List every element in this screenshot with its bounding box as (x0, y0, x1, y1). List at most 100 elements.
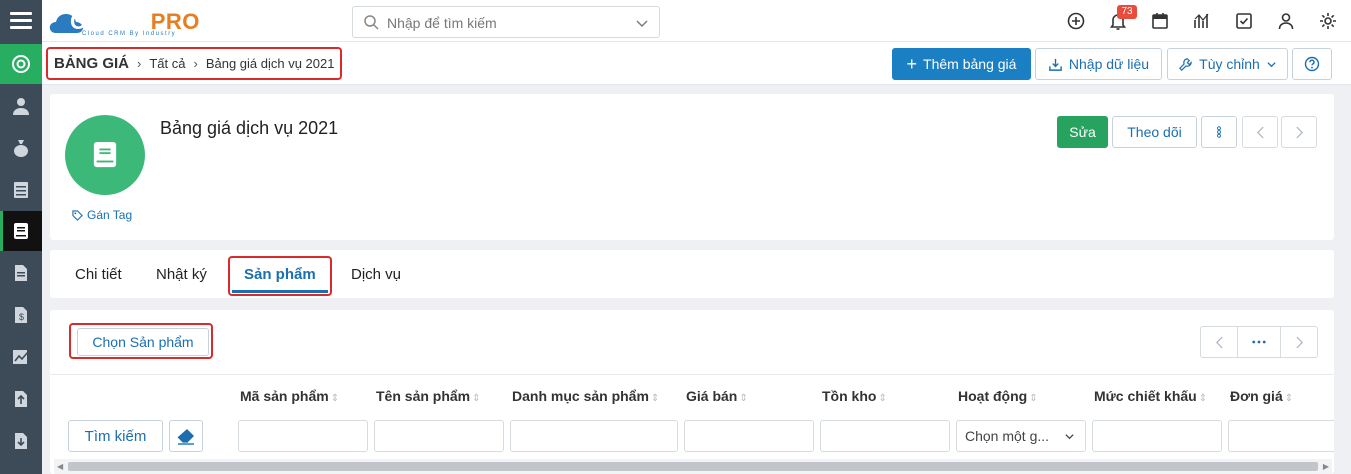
breadcrumb-item-current: Bảng giá dịch vụ 2021 (205, 56, 335, 71)
rail-item-reports[interactable] (0, 170, 42, 210)
chevron-down-icon[interactable] (635, 16, 649, 30)
filter-product-category[interactable] (510, 420, 678, 452)
next-record-button[interactable] (1281, 116, 1317, 148)
rail-item-import[interactable] (0, 421, 42, 461)
breadcrumb-bar: BẢNG GIÁ › Tất cả › Bảng giá dịch vụ 202… (42, 42, 1351, 85)
column-header[interactable]: Danh mục sản phẩm ⇕ (512, 388, 659, 404)
customize-button[interactable]: Tùy chỉnh (1167, 48, 1288, 80)
gear-icon[interactable] (1318, 11, 1338, 31)
rail-item-analytics[interactable] (0, 337, 42, 377)
breadcrumb-item-all[interactable]: Tất cả (149, 56, 185, 71)
column-header[interactable]: Hoạt động ⇕ (958, 388, 1038, 404)
product-table-header: Mã sản phẩm ⇕ Tên sản phẩm ⇕ Danh mục sản … (50, 374, 1334, 414)
analytics-icon[interactable] (1192, 11, 1212, 31)
top-bar: CLOUDPRO Cloud CRM By Industry 73 (42, 0, 1351, 42)
calendar-icon[interactable] (1150, 11, 1170, 31)
filter-row: Tìm kiếm Chọn một g... (50, 414, 1334, 458)
column-header[interactable]: Tên sản phẩm ⇕ (376, 388, 481, 404)
hamburger-line (10, 19, 32, 22)
import-data-button[interactable]: Nhập dữ liệu (1035, 48, 1162, 80)
column-label: Danh mục sản phẩm (512, 388, 649, 404)
scroll-left-icon[interactable]: ◀ (57, 462, 63, 471)
previous-record-button[interactable] (1242, 116, 1278, 148)
search-input[interactable] (387, 12, 627, 34)
help-icon (1304, 56, 1320, 72)
choose-product-button[interactable]: Chọn Sản phẩm (77, 328, 209, 356)
column-label: Tên sản phẩm (376, 388, 471, 404)
import-data-label: Nhập dữ liệu (1068, 56, 1150, 72)
filter-product-name[interactable] (374, 420, 504, 452)
chevron-down-icon (1065, 434, 1074, 440)
products-panel: Chọn Sản phẩm Mã sản phẩm ⇕ Tên sản phẩm ⇕… (50, 310, 1334, 474)
rail-item-quotes[interactable] (0, 253, 42, 293)
sort-icon: ⇕ (739, 393, 748, 404)
assign-tag-link[interactable]: Gán Tag (72, 208, 132, 222)
record-tabs: Chi tiết Nhật ký Sản phẩm Dịch vụ (50, 250, 1334, 298)
tab-services[interactable]: Dịch vụ (351, 250, 401, 298)
filter-active-select[interactable]: Chọn một g... (956, 420, 1086, 452)
rail-item-pricebook[interactable] (0, 211, 42, 251)
chevron-down-icon (1267, 61, 1276, 67)
follow-button[interactable]: Theo dõi (1112, 116, 1197, 148)
pager-more-button[interactable] (1237, 326, 1281, 358)
menu-toggle-button[interactable] (0, 0, 42, 42)
breadcrumb-root[interactable]: BẢNG GIÁ (54, 55, 129, 72)
task-check-icon[interactable] (1234, 11, 1254, 31)
sort-icon: ⇕ (472, 393, 481, 404)
sort-icon: ⇕ (1284, 393, 1294, 404)
chevron-right-icon: › (193, 56, 198, 71)
pager-next-button[interactable] (1280, 326, 1318, 358)
upload-icon (15, 391, 27, 407)
profile-icon[interactable] (1276, 11, 1296, 31)
add-circle-icon[interactable] (1066, 11, 1086, 31)
scroll-right-icon[interactable]: ▶ (1323, 462, 1329, 471)
record-title: Bảng giá dịch vụ 2021 (160, 118, 339, 138)
rail-item-dashboard[interactable] (0, 44, 42, 84)
rail-item-export[interactable] (0, 379, 42, 419)
filter-discount-level[interactable] (1092, 420, 1222, 452)
user-icon (13, 98, 29, 115)
clear-filter-button[interactable] (169, 420, 203, 452)
column-header[interactable]: Mức chiết khấu ⇕ (1094, 388, 1207, 404)
filter-stock[interactable] (820, 420, 950, 452)
search-button[interactable]: Tìm kiếm (68, 420, 163, 452)
filter-unit-price[interactable] (1228, 420, 1334, 452)
search-icon (364, 15, 379, 30)
column-header[interactable]: Mã sản phẩm ⇕ (240, 388, 339, 404)
column-header[interactable]: Đơn giá ⇕ (1230, 388, 1293, 404)
customize-label: Tùy chỉnh (1199, 56, 1260, 72)
column-label: Hoạt động (958, 388, 1028, 404)
plus-icon: + (906, 54, 918, 74)
add-pricebook-button[interactable]: + Thêm bảng giá (892, 48, 1031, 80)
hamburger-icon (10, 12, 32, 15)
app-logo[interactable]: CLOUDPRO Cloud CRM By Industry (48, 5, 208, 39)
wrench-icon (1179, 57, 1192, 71)
rail-item-deals[interactable] (0, 128, 42, 168)
chevron-right-icon: › (137, 56, 142, 71)
column-header[interactable]: Giá bán ⇕ (686, 388, 748, 404)
column-header[interactable]: Tồn kho ⇕ (822, 388, 887, 404)
scrollbar-thumb[interactable] (68, 462, 1318, 471)
assign-tag-label: Gán Tag (87, 208, 133, 222)
more-actions-button[interactable] (1201, 116, 1237, 148)
vertical-dots-icon (1217, 126, 1221, 138)
sort-icon: ⇕ (650, 393, 660, 404)
money-bag-icon (14, 140, 28, 157)
rail-item-invoices[interactable]: $ (0, 295, 42, 335)
filter-product-code[interactable] (238, 420, 368, 452)
horizontal-scrollbar[interactable]: ◀ ▶ (54, 459, 1332, 474)
rail-item-contacts[interactable] (0, 86, 42, 126)
edit-button[interactable]: Sửa (1057, 116, 1108, 148)
global-search[interactable] (352, 6, 660, 38)
help-button[interactable] (1292, 48, 1332, 80)
tab-details[interactable]: Chi tiết (75, 250, 122, 298)
sort-icon: ⇕ (878, 393, 887, 404)
pager-prev-button[interactable] (1200, 326, 1238, 358)
filter-sale-price[interactable] (684, 420, 814, 452)
target-icon (12, 55, 30, 73)
tab-activity-log[interactable]: Nhật ký (156, 250, 207, 298)
tag-icon (72, 209, 83, 221)
logo-tagline: Cloud CRM By Industry (82, 31, 177, 37)
sort-icon: ⇕ (1029, 393, 1038, 404)
invoice-icon: $ (15, 307, 27, 323)
